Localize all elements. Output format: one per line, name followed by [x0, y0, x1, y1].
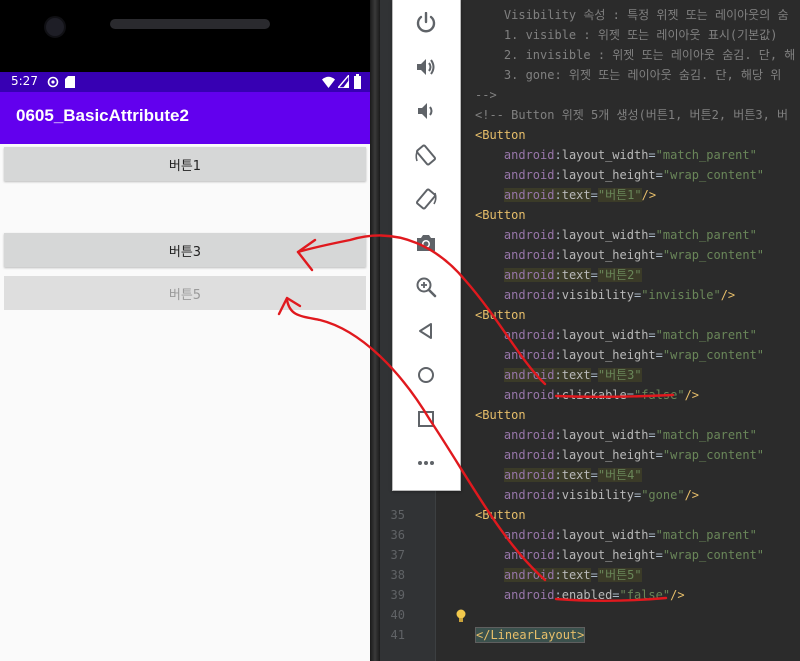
code-text: android:layout_width="match_parent"	[503, 328, 757, 342]
rotate-left-icon	[415, 144, 437, 166]
code-text: android:text="버튼1"/>	[503, 188, 657, 202]
code-text: </LinearLayout>	[475, 627, 586, 643]
app-title: 0605_BasicAttribute2	[16, 106, 189, 125]
line-number: 38	[390, 568, 405, 582]
app-bar: 0605_BasicAttribute2	[0, 92, 370, 144]
status-time: 5:27	[11, 74, 38, 88]
sd-card-icon	[65, 76, 75, 88]
lightbulb-icon[interactable]	[456, 608, 466, 622]
line-number: 40	[390, 608, 405, 622]
code-text: Visibility 속성 : 특정 위젯 또는 레이아웃의 숨	[475, 8, 789, 22]
zoom-icon	[416, 277, 437, 298]
code-text: android:visibility="gone"/>	[503, 488, 700, 502]
screenshot-button[interactable]	[411, 228, 441, 258]
code-text: android:text="버튼5"	[503, 568, 642, 582]
rotate-right-icon	[415, 188, 437, 210]
signal-icon	[338, 75, 349, 88]
code-text: <Button	[475, 508, 526, 522]
status-bar: 5:27	[0, 72, 370, 92]
power-button[interactable]	[411, 8, 441, 38]
overview-button[interactable]	[411, 404, 441, 434]
line-number: 36	[390, 528, 405, 542]
emulator-toolbar	[392, 0, 461, 491]
volume-down-icon	[418, 103, 433, 119]
code-text: android:enabled="false"/>	[503, 588, 685, 602]
code-text: <!-- Button 위젯 5개 생성(버튼1, 버튼2, 버튼3, 버	[475, 108, 789, 122]
phone-frame-edge	[370, 0, 380, 661]
code-text: android:layout_height="wrap_content"	[503, 548, 765, 562]
line-number: 39	[390, 588, 405, 602]
more-icon	[418, 461, 434, 465]
line-number: 35	[390, 508, 405, 522]
code-text: android:layout_width="match_parent"	[503, 148, 757, 162]
button-1[interactable]: 버튼1	[4, 147, 366, 181]
more-button[interactable]	[411, 448, 441, 478]
code-text: <Button	[475, 128, 526, 142]
battery-icon	[354, 74, 361, 89]
code-text: <Button	[475, 208, 526, 222]
volume-up-icon	[417, 59, 435, 75]
phone-screen: 5:27 0605_BasicAttribute2 버튼1 버튼3 버튼5	[0, 72, 370, 661]
back-icon	[419, 323, 432, 339]
code-text: android:text="버튼2"	[503, 268, 642, 282]
zoom-button[interactable]	[411, 272, 441, 302]
camera-icon	[417, 235, 435, 251]
line-number: 41	[390, 628, 405, 642]
code-text: android:layout_width="match_parent"	[503, 528, 757, 542]
front-camera	[44, 16, 66, 38]
rotate-left-button[interactable]	[411, 140, 441, 170]
code-text: android:layout_width="match_parent"	[503, 428, 757, 442]
code-text: android:layout_height="wrap_content"	[503, 448, 765, 462]
volume-up-button[interactable]	[411, 52, 441, 82]
phone-emulator: 5:27 0605_BasicAttribute2 버튼1 버튼3 버튼5	[0, 0, 380, 661]
code-text: -->	[475, 88, 497, 102]
overview-icon	[418, 411, 434, 427]
earpiece-speaker	[110, 19, 270, 29]
code-text: android:text="버튼3"	[503, 368, 642, 382]
code-text: android:clickable="false"/>	[503, 388, 700, 402]
power-icon	[416, 12, 436, 33]
code-text: android:visibility="invisible"/>	[503, 288, 736, 302]
code-text: android:layout_height="wrap_content"	[503, 348, 765, 362]
home-icon	[418, 367, 434, 383]
button-5[interactable]: 버튼5	[4, 276, 366, 310]
home-button[interactable]	[411, 360, 441, 390]
code-text: 2. invisible : 위젯 또는 레이아웃 숨김. 단, 해	[475, 48, 796, 62]
code-text: android:layout_height="wrap_content"	[503, 248, 765, 262]
line-number: 37	[390, 548, 405, 562]
volume-down-button[interactable]	[411, 96, 441, 126]
rotate-right-button[interactable]	[411, 184, 441, 214]
code-text: 1. visible : 위젯 또는 레이아웃 표시(기본값)	[475, 28, 778, 42]
code-text: android:layout_height="wrap_content"	[503, 168, 765, 182]
code-text: 3. gone: 위젯 또는 레이아웃 숨김. 단, 해당 위	[475, 68, 782, 82]
code-text: <Button	[475, 408, 526, 422]
back-button[interactable]	[411, 316, 441, 346]
sync-icon	[47, 76, 59, 88]
code-text: android:text="버튼4"	[503, 468, 642, 482]
code-text: android:layout_width="match_parent"	[503, 228, 757, 242]
button-3[interactable]: 버튼3	[4, 233, 366, 267]
code-text: <Button	[475, 308, 526, 322]
wifi-icon	[322, 76, 335, 88]
